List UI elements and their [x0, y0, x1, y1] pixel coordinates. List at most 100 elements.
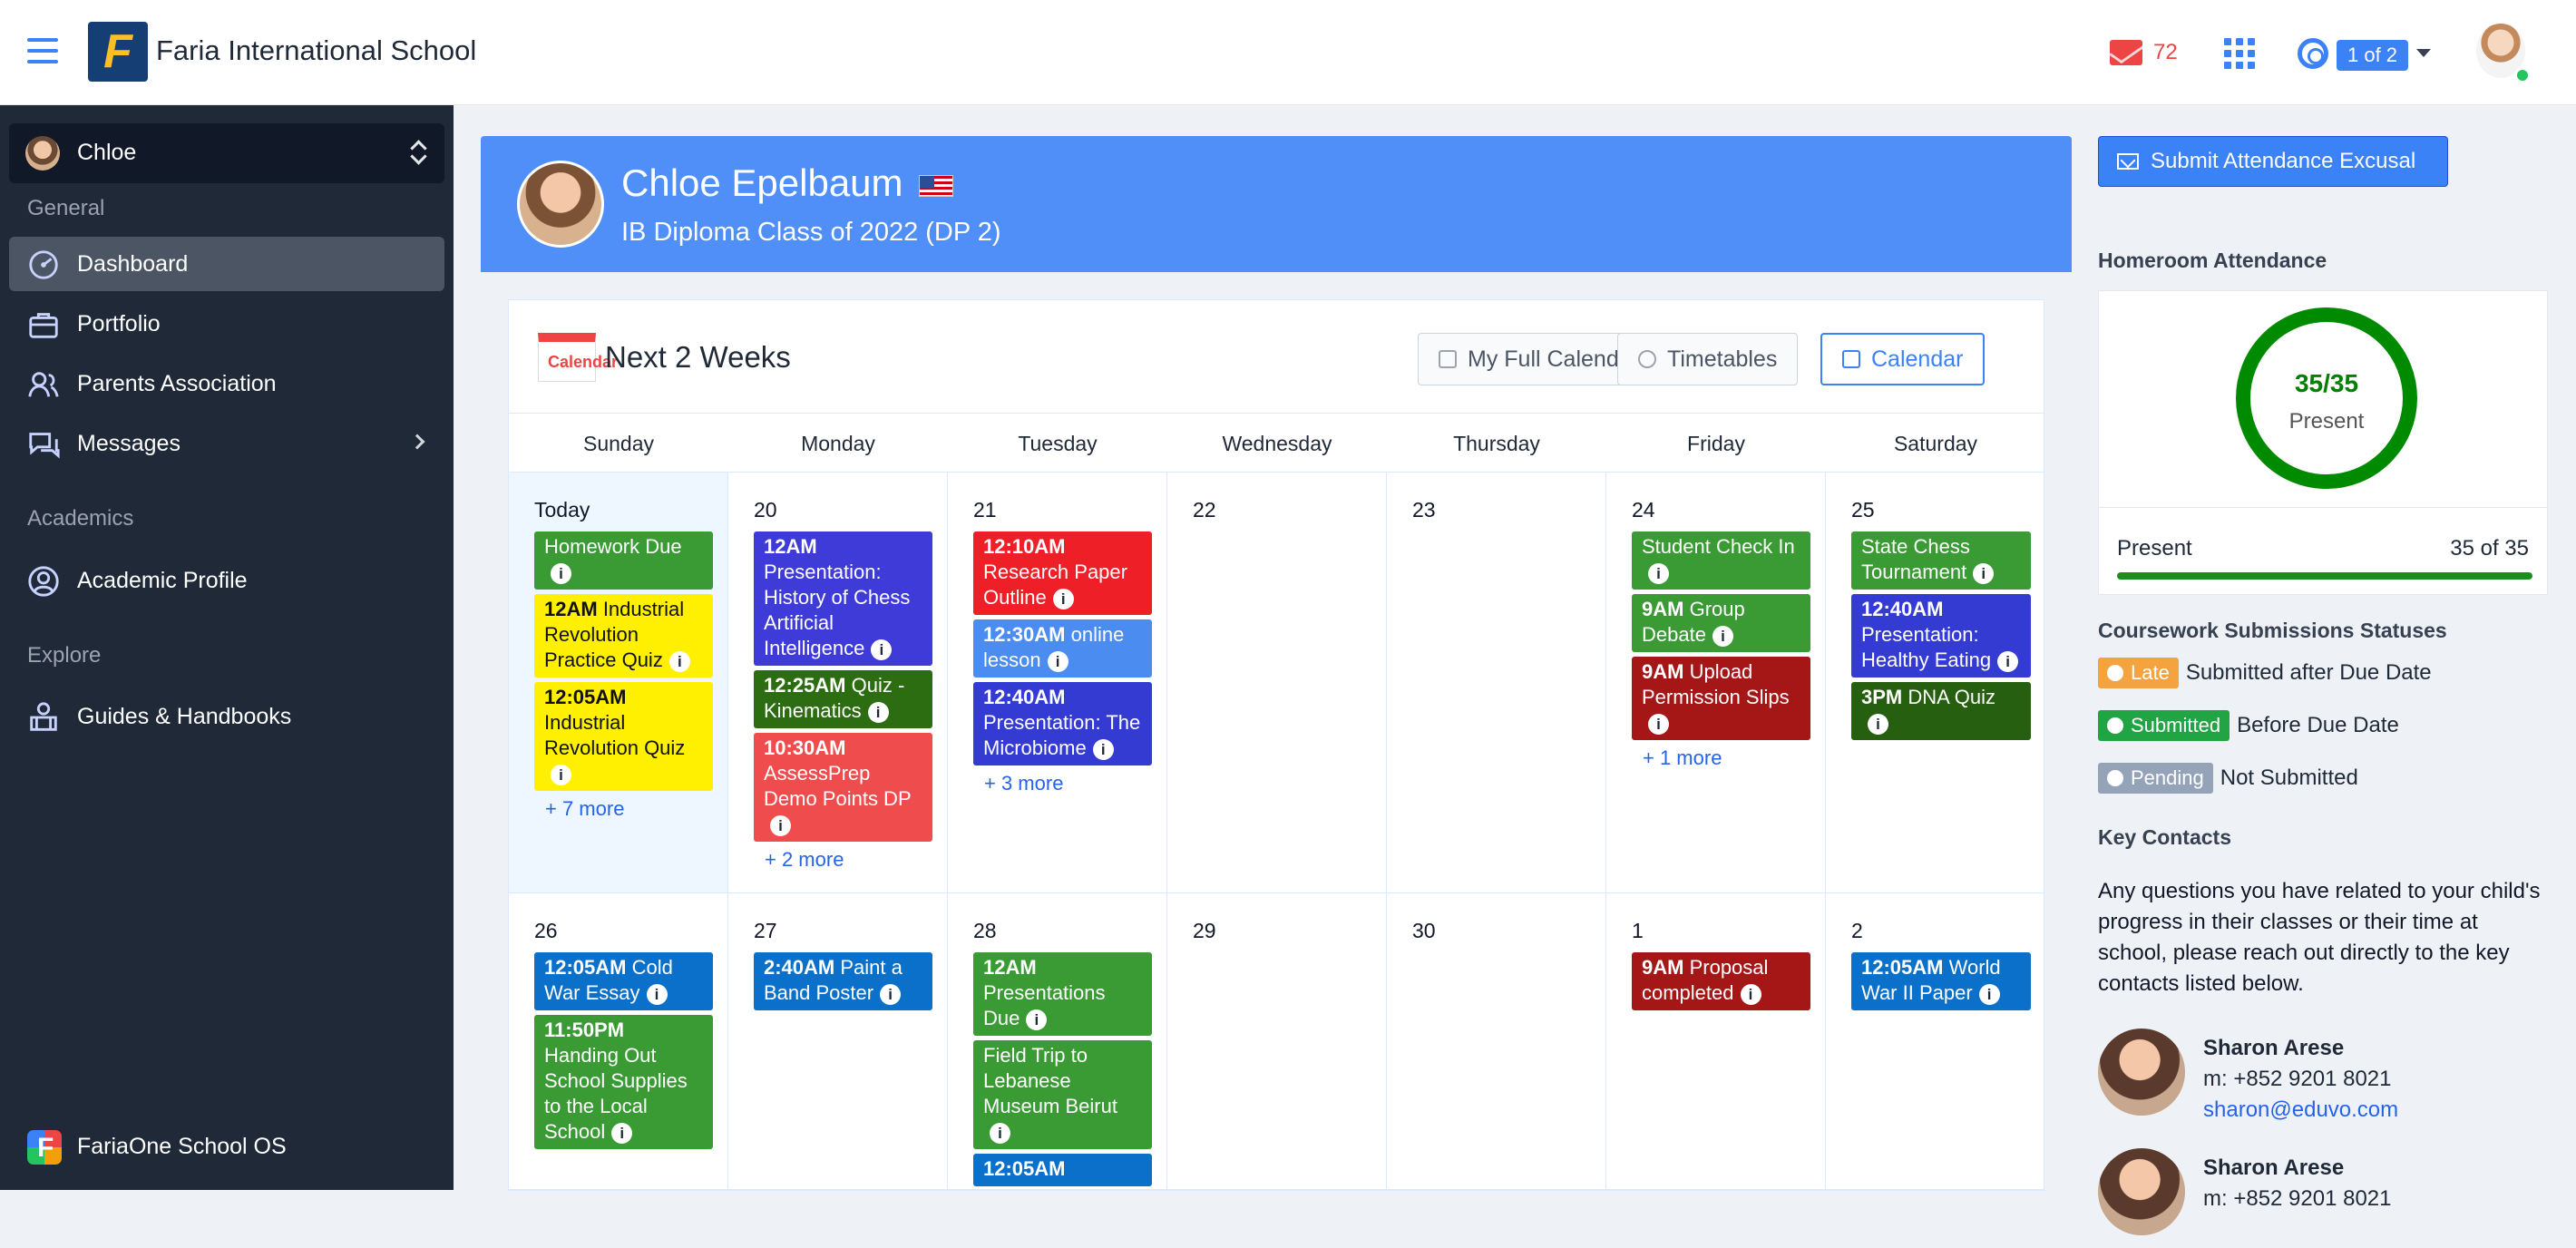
- updown-icon[interactable]: [410, 139, 424, 166]
- sidebar-item-label: Guides & Handbooks: [77, 704, 292, 729]
- info-icon[interactable]: i: [867, 701, 889, 723]
- submit-attendance-button[interactable]: Submit Attendance Excusal: [2098, 136, 2448, 187]
- timetables-button[interactable]: Timetables: [1617, 333, 1799, 385]
- fariaone-logo-icon: [27, 1130, 62, 1165]
- info-icon[interactable]: i: [668, 650, 690, 672]
- message-count[interactable]: 72: [2153, 40, 2178, 65]
- school-logo[interactable]: F: [88, 22, 148, 82]
- submitted-badge-label: Submitted: [2131, 714, 2221, 736]
- info-icon[interactable]: i: [770, 814, 791, 836]
- users-icon: [28, 372, 59, 397]
- more-events-link[interactable]: + 7 more: [545, 797, 713, 821]
- calendar-day: 28 12AM Presentations Due i Field Trip to L…: [948, 893, 1167, 1191]
- sidebar-item-academic-profile[interactable]: Academic Profile: [9, 553, 444, 608]
- calendar-event[interactable]: 12:40AM Presentation: Healthy Eating i: [1851, 594, 2031, 678]
- sidebar-item-messages[interactable]: Messages: [9, 416, 444, 471]
- weekday-thursday: Thursday: [1453, 432, 1540, 455]
- sidebar-item-dashboard[interactable]: Dashboard: [9, 237, 444, 291]
- calendar-event[interactable]: 3PM DNA Quiz i: [1851, 682, 2031, 740]
- event-time: 12:05AM: [983, 1157, 1066, 1180]
- info-icon[interactable]: i: [1648, 713, 1669, 735]
- contact-name: Sharon Arese: [2203, 1036, 2345, 1060]
- info-icon[interactable]: i: [1712, 625, 1733, 647]
- info-icon[interactable]: i: [1648, 562, 1669, 584]
- calendar-event[interactable]: 12:40AM Presentation: The Microbiome i: [973, 682, 1152, 765]
- calendar-event[interactable]: 12AM Presentations Due i: [973, 952, 1152, 1036]
- more-events-link[interactable]: + 2 more: [765, 848, 932, 872]
- calendar-event[interactable]: 12:25AM Quiz - Kinematics i: [754, 670, 932, 728]
- submit-attendance-label: Submit Attendance Excusal: [2151, 149, 2416, 173]
- info-icon[interactable]: i: [880, 983, 902, 1005]
- sidebar-item-portfolio[interactable]: Portfolio: [9, 297, 444, 351]
- sidebar-item-label: Dashboard: [77, 251, 189, 277]
- calendar-event[interactable]: 9AM Proposal completed i: [1632, 952, 1810, 1010]
- info-icon[interactable]: i: [990, 1122, 1010, 1144]
- menu-icon[interactable]: [27, 38, 58, 63]
- sidebar-item-guides-handbooks[interactable]: Guides & Handbooks: [9, 689, 444, 744]
- calendar-event[interactable]: 9AM Upload Permission Slipsi: [1632, 657, 1810, 740]
- info-icon[interactable]: i: [1868, 713, 1888, 735]
- calendar-event[interactable]: 12AM Industrial Revolution Practice Quiz…: [534, 594, 713, 678]
- sidebar-item-parents-association[interactable]: Parents Association: [9, 356, 444, 411]
- calendar-event[interactable]: 12:05AM Industrial Revolution Quiz i: [534, 682, 713, 791]
- more-events-link[interactable]: + 1 more: [1643, 746, 1810, 770]
- calendar-event[interactable]: Homework Due i: [534, 531, 713, 590]
- info-icon[interactable]: i: [1973, 562, 1995, 584]
- contacts-description: Any questions you have related to your c…: [2098, 879, 2541, 996]
- contact-card: Sharon Arese m: +852 9201 8021: [2098, 1148, 2542, 1248]
- weekday-sunday: Sunday: [582, 432, 654, 455]
- status-pending: Pending Not Submitted: [2098, 762, 2358, 795]
- info-icon[interactable]: i: [1978, 983, 2000, 1005]
- info-icon[interactable]: i: [1092, 738, 1114, 760]
- calendar-event[interactable]: 12:10AM Research Paper Outline i: [973, 531, 1152, 615]
- calendar-event[interactable]: 12:05AM: [973, 1154, 1152, 1186]
- calendar-event[interactable]: 10:30AM AssessPrep Demo Points DP i: [754, 733, 932, 842]
- info-icon[interactable]: i: [1052, 588, 1074, 609]
- calendar-event[interactable]: 2:40AM Paint a Band Poster i: [754, 952, 932, 1010]
- info-icon[interactable]: i: [1740, 983, 1761, 1005]
- calendar-button[interactable]: Calendar: [1820, 333, 1986, 385]
- calendar-title: Next 2 Weeks: [605, 340, 791, 374]
- event-title: AssessPrep Demo Points DP: [764, 762, 912, 810]
- day-number: 24: [1632, 498, 1655, 522]
- day-number: 25: [1851, 498, 1875, 522]
- calendar-event[interactable]: 11:50PM Handing Out School Supplies to t…: [534, 1015, 713, 1149]
- apps-grid-icon[interactable]: [2224, 38, 2255, 69]
- chevron-down-icon[interactable]: [2416, 49, 2431, 57]
- info-icon[interactable]: i: [551, 562, 571, 584]
- calendar-day: 30: [1387, 893, 1606, 1191]
- weekday-monday: Monday: [801, 432, 875, 455]
- contact-name: Sharon Arese: [2203, 1155, 2345, 1180]
- calendar-event[interactable]: 12:05AM Cold War Essay i: [534, 952, 713, 1010]
- calendar-event[interactable]: Field Trip to Lebanese Museum Beirut i: [973, 1040, 1152, 1149]
- help-icon[interactable]: [2298, 38, 2328, 69]
- calendar-event[interactable]: 12:05AM World War II Paper i: [1851, 952, 2031, 1010]
- info-icon[interactable]: i: [871, 639, 893, 660]
- calendar-event[interactable]: Student Check In i: [1632, 531, 1810, 590]
- calendar-day: 24 Student Check Ini 9AM Group Debate i 9AM …: [1606, 473, 1826, 893]
- info-icon[interactable]: i: [611, 1122, 633, 1144]
- chevron-right-icon[interactable]: [409, 434, 425, 450]
- sidebar-item-label: Messages: [77, 431, 181, 456]
- fariaone-link[interactable]: FariaOne School OS: [9, 1121, 444, 1172]
- calendar-icon: [1439, 350, 1457, 368]
- school-name[interactable]: Faria International School: [156, 34, 476, 67]
- student-selector[interactable]: Chloe: [9, 123, 444, 183]
- calendar-event[interactable]: 12:30AM online lesson i: [973, 619, 1152, 678]
- calendar-event[interactable]: 9AM Group Debate i: [1632, 594, 1810, 652]
- student-pager[interactable]: 1 of 2: [2337, 40, 2409, 71]
- info-icon[interactable]: i: [1026, 1009, 1048, 1030]
- contact-email[interactable]: sharon@eduvo.com: [2203, 1097, 2398, 1123]
- day-number: 21: [973, 498, 997, 522]
- info-icon[interactable]: i: [551, 764, 571, 785]
- mail-icon[interactable]: [2110, 40, 2142, 65]
- event-time: 12AM: [983, 956, 1037, 979]
- calendar-event[interactable]: State Chess Tournament i: [1851, 531, 2031, 590]
- info-icon[interactable]: i: [646, 983, 668, 1005]
- info-icon[interactable]: i: [1997, 650, 2019, 672]
- coursework-title: Coursework Submissions Statuses: [2098, 619, 2447, 642]
- more-events-link[interactable]: + 3 more: [984, 772, 1152, 795]
- contact-photo: [2098, 1148, 2185, 1235]
- info-icon[interactable]: i: [1047, 650, 1068, 672]
- calendar-event[interactable]: 12AM Presentation: History of Chess Arti…: [754, 531, 932, 666]
